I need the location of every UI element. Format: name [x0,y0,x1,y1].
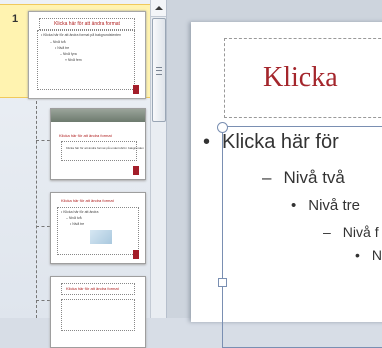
bullet-level-4[interactable]: – Nivå f [323,224,379,240]
bullet-level-3[interactable]: • Nivå tre [291,197,360,214]
layout-tree-branch [36,140,50,141]
level-4-text: Nivå f [342,224,379,240]
logo-icon [133,85,139,94]
bullet-level-5[interactable]: • N [355,247,382,263]
layout-thumb-subtitle-box: Klicka här för att ändra format på under… [61,141,144,161]
bullet-level-2[interactable]: – Nivå två [262,168,345,188]
bullet-icon: • [203,131,211,153]
level-5-text: N [371,247,382,263]
layout-tree-line [36,96,37,318]
logo-icon [133,250,139,259]
bullet-icon: • [355,247,360,263]
header-photo-icon [51,109,145,122]
level-2-text: Nivå två [283,168,345,187]
resize-handle-left[interactable] [218,278,227,287]
master-thumb-title: Klicka här för att ändra format [39,18,135,30]
layout-tree-branch [36,226,50,227]
scroll-thumb[interactable] [152,18,166,122]
layout-thumbnail-section[interactable]: Klicka här för att ändra format [50,276,146,348]
layout-tree-branch [36,300,50,301]
layout-thumb-body [61,299,135,331]
level-1-text: Klicka här för [222,131,339,153]
slide-number: 1 [12,13,19,25]
master-slide-thumbnail[interactable]: Klicka här för att ändra format • Klicka… [28,11,146,99]
layout-thumbnail-title[interactable]: Klicka här för att ändra format Klicka h… [50,108,146,180]
level-3-text: Nivå tre [308,197,360,214]
slide-editor-area: Klicka • Klicka här för – Nivå två • Nivå t… [167,0,382,348]
logo-icon [133,166,139,175]
layout-thumbnail-content[interactable]: Klicka här för att ändra format • Klicka… [50,192,146,264]
scroll-grip-icon [156,67,162,75]
bullet-icon: • [291,197,297,214]
slide-thumbnail-pane: 1 Klicka här för att ändra format • Klic… [0,0,167,348]
dash-icon: – [323,224,331,240]
master-thumb-body: • Klicka här för att ändra format på bak… [37,30,135,90]
scroll-up-arrow-icon[interactable] [151,0,166,17]
layout-thumb-body: • Klicka här för att ändra – Nivå två • … [57,207,139,255]
vertical-scrollbar[interactable] [150,0,166,318]
slide-title[interactable]: Klicka [263,62,338,94]
picture-placeholder-icon [90,230,112,244]
dash-icon: – [262,168,272,187]
bullet-level-1[interactable]: • Klicka här för [203,131,339,154]
layout-thumb-title-box: Klicka här för att ändra format [61,283,135,295]
master-thumbnail-row[interactable]: 1 Klicka här för att ändra format • Klic… [0,4,150,99]
